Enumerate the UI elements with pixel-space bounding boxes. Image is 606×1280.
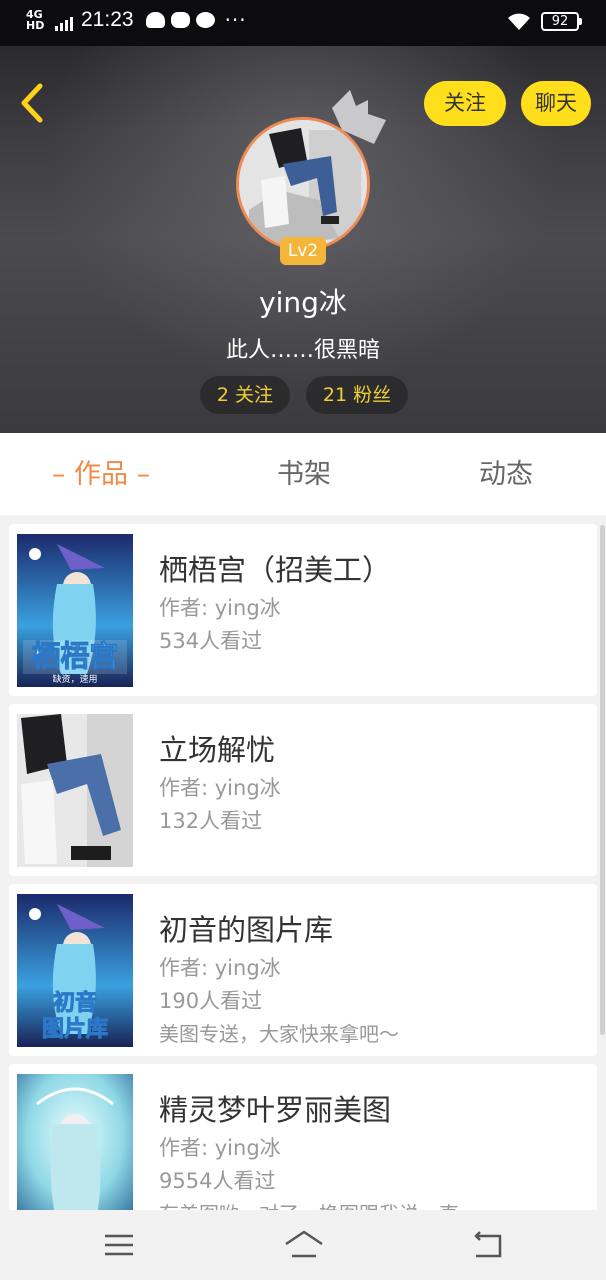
follow-button[interactable]: 关注 — [424, 81, 506, 126]
work-title: 栖梧宫（招美工） — [159, 553, 392, 587]
signal-icon: 4G HD — [26, 9, 73, 31]
tab-bookshelf[interactable]: 书架 — [244, 433, 364, 515]
more-dots: ··· — [224, 8, 247, 32]
system-nav-bar — [0, 1210, 606, 1280]
list-item[interactable]: 立场解忧 作者: ying冰 132人看过 — [9, 704, 597, 876]
back-arrow-icon[interactable] — [16, 80, 50, 126]
level-badge: Lv2 — [280, 237, 326, 265]
cloud-icon — [145, 12, 165, 28]
cover-title-2: 图片库 — [42, 1017, 108, 1042]
chat-button[interactable]: 聊天 — [521, 81, 591, 126]
list-item[interactable]: 初音 图片库 初音的图片库 作者: ying冰 190人看过 美图专送，大家快来… — [9, 884, 597, 1056]
work-views: 190人看过 — [159, 989, 263, 1013]
work-views: 132人看过 — [159, 809, 263, 833]
cover-image — [17, 714, 133, 867]
home-icon[interactable] — [284, 1228, 324, 1262]
tab-activity[interactable]: 动态 — [446, 433, 566, 515]
list-item[interactable]: 精灵梦叶罗丽美图 作者: ying冰 9554人看过 有美图哟，对了，换图跟我说… — [9, 1064, 597, 1210]
works-list: 栖梧宫 缺资，速用 栖梧宫（招美工） 作者: ying冰 534人看过 立场解忧… — [9, 524, 597, 1210]
work-title: 精灵梦叶罗丽美图 — [159, 1093, 392, 1127]
cover-image: 栖梧宫 缺资，速用 — [17, 534, 133, 687]
profile-tabs: – 作品 – 书架 动态 — [0, 433, 606, 515]
status-bar: 4G HD 21:23 ··· 92 — [0, 0, 606, 46]
work-title: 初音的图片库 — [159, 913, 334, 947]
avatar-image — [239, 120, 367, 248]
following-count[interactable]: 2 关注 — [200, 376, 290, 414]
notification-icons — [145, 12, 215, 28]
list-item[interactable]: 栖梧宫 缺资，速用 栖梧宫（招美工） 作者: ying冰 534人看过 — [9, 524, 597, 696]
work-author: 作者: ying冰 — [159, 776, 281, 800]
work-description: 美图专送，大家快来拿吧～ — [159, 1022, 399, 1046]
tab-works[interactable]: – 作品 – — [30, 433, 172, 515]
planet-icon — [195, 12, 215, 28]
battery-indicator: 92 — [541, 12, 582, 31]
cover-image — [17, 1074, 133, 1210]
fans-count[interactable]: 21 粉丝 — [306, 376, 408, 414]
avatar[interactable] — [236, 117, 370, 251]
work-author: 作者: ying冰 — [159, 1136, 281, 1160]
status-time: 21:23 — [81, 8, 134, 31]
return-icon[interactable] — [470, 1228, 504, 1262]
cover-image: 初音 图片库 — [17, 894, 133, 1047]
scrollbar[interactable] — [600, 525, 605, 1035]
app-notification-icon — [170, 12, 190, 28]
username: ying冰 — [259, 286, 347, 319]
wifi-icon — [508, 13, 530, 30]
work-title: 立场解忧 — [159, 733, 276, 767]
profile-header: 4G HD 21:23 ··· 92 关注 聊天 Lv2 ying冰 此人……很… — [0, 0, 606, 433]
cover-title: 初音 — [53, 990, 97, 1016]
work-author: 作者: ying冰 — [159, 956, 281, 980]
work-views: 9554人看过 — [159, 1169, 276, 1193]
work-author: 作者: ying冰 — [159, 596, 281, 620]
cover-subtitle: 缺资，速用 — [52, 673, 97, 685]
work-views: 534人看过 — [159, 629, 263, 653]
work-description: 有美图哟，对了，换图跟我说，直 — [159, 1198, 459, 1210]
cover-title: 栖梧宫 — [31, 639, 118, 673]
menu-icon[interactable] — [102, 1228, 136, 1262]
bio: 此人……很黑暗 — [225, 338, 380, 363]
